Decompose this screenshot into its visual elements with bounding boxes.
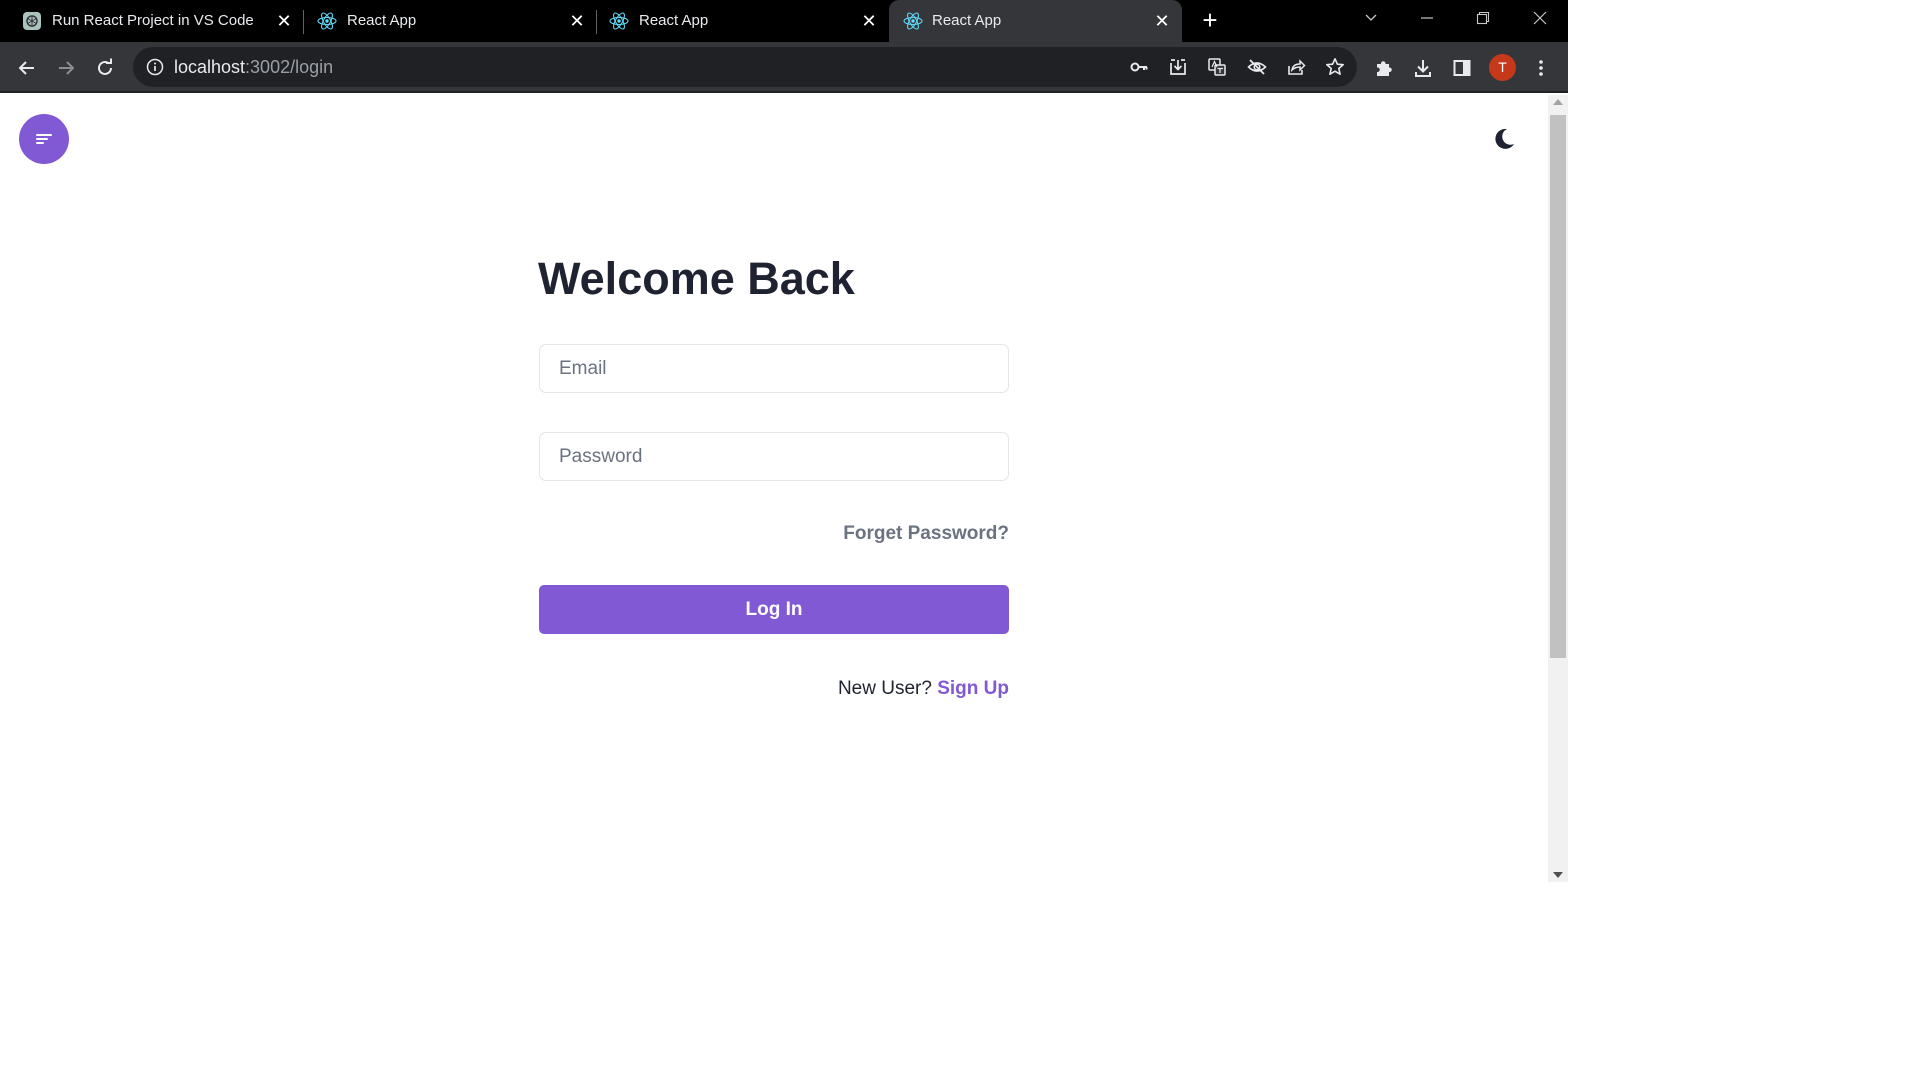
profile-avatar[interactable]: T	[1489, 54, 1516, 81]
forward-button[interactable]	[53, 55, 79, 81]
tab-strip: Run React Project in VS Code ✕ React App…	[0, 0, 1568, 42]
browser-menu-button[interactable]	[1528, 55, 1554, 81]
menu-lines-icon	[36, 134, 52, 144]
side-panel-button[interactable]	[1449, 55, 1475, 81]
tab-title: React App	[932, 12, 1002, 29]
react-icon	[903, 12, 923, 30]
share-icon[interactable]	[1285, 56, 1307, 78]
download-icon	[1415, 60, 1431, 77]
reload-button[interactable]	[92, 55, 118, 81]
translate-icon[interactable]	[1206, 56, 1228, 78]
side-panel-icon	[1453, 60, 1471, 76]
tab-title: React App	[639, 12, 709, 29]
extensions-button[interactable]	[1371, 55, 1397, 81]
restore-icon[interactable]	[1470, 8, 1496, 34]
tab-chatgpt[interactable]: Run React Project in VS Code ✕	[0, 0, 300, 42]
page-scrollbar[interactable]	[1548, 95, 1568, 882]
more-vertical-icon	[1539, 60, 1543, 76]
close-tab-icon[interactable]: ✕	[1151, 10, 1173, 32]
bookmark-star-icon[interactable]	[1324, 56, 1346, 78]
page-title: Welcome Back	[538, 253, 855, 304]
close-tab-icon[interactable]: ✕	[566, 10, 588, 32]
react-icon	[609, 12, 629, 30]
tab-title: React App	[347, 12, 417, 29]
tab-title: Run React Project in VS Code	[52, 12, 254, 29]
url-text[interactable]: localhost:3002/login	[174, 57, 333, 78]
email-field[interactable]	[539, 344, 1009, 393]
scroll-down-arrow-icon[interactable]	[1553, 872, 1563, 878]
tab-search-icon[interactable]	[1358, 8, 1384, 34]
forgot-password-link[interactable]: Forget Password?	[843, 523, 1009, 545]
new-user-text: New User?	[837, 678, 932, 699]
url-path: :3002/login	[245, 57, 334, 77]
site-info-icon[interactable]	[145, 57, 165, 77]
react-icon	[317, 12, 337, 30]
chatgpt-icon	[23, 12, 41, 30]
url-host: localhost	[174, 57, 246, 77]
forward-arrow-icon	[59, 61, 75, 75]
address-bar[interactable]: localhost:3002/login	[133, 47, 1357, 87]
tab-react-app-active[interactable]: React App ✕	[889, 0, 1182, 42]
downloads-button[interactable]	[1410, 55, 1436, 81]
close-tab-icon[interactable]: ✕	[273, 10, 295, 32]
login-button[interactable]: Log In	[539, 585, 1009, 634]
scrollbar-thumb[interactable]	[1550, 115, 1566, 658]
password-field[interactable]	[539, 432, 1009, 481]
moon-icon[interactable]	[1490, 125, 1518, 153]
close-tab-icon[interactable]: ✕	[858, 10, 880, 32]
password-key-icon[interactable]	[1128, 56, 1150, 78]
close-window-icon[interactable]	[1527, 8, 1553, 34]
tab-react-app-2[interactable]: React App ✕	[587, 0, 887, 42]
minimize-icon[interactable]	[1414, 8, 1440, 34]
install-app-icon[interactable]	[1167, 56, 1189, 78]
browser-toolbar: localhost:3002/login T	[0, 42, 1568, 93]
puzzle-icon	[1377, 61, 1392, 76]
tab-react-app-1[interactable]: React App ✕	[295, 0, 595, 42]
sidebar-menu-button[interactable]	[19, 114, 69, 164]
scroll-up-arrow-icon[interactable]	[1553, 99, 1563, 105]
eye-off-icon[interactable]	[1246, 56, 1268, 78]
reload-icon	[98, 58, 112, 75]
new-tab-button[interactable]: +	[1198, 7, 1222, 33]
back-button[interactable]	[14, 55, 40, 81]
signup-prompt: New User? Sign Up	[838, 678, 1009, 700]
back-arrow-icon	[18, 61, 34, 75]
signup-link[interactable]: Sign Up	[937, 678, 1009, 699]
login-page: Welcome Back Forget Password? Log In New…	[0, 95, 1548, 882]
